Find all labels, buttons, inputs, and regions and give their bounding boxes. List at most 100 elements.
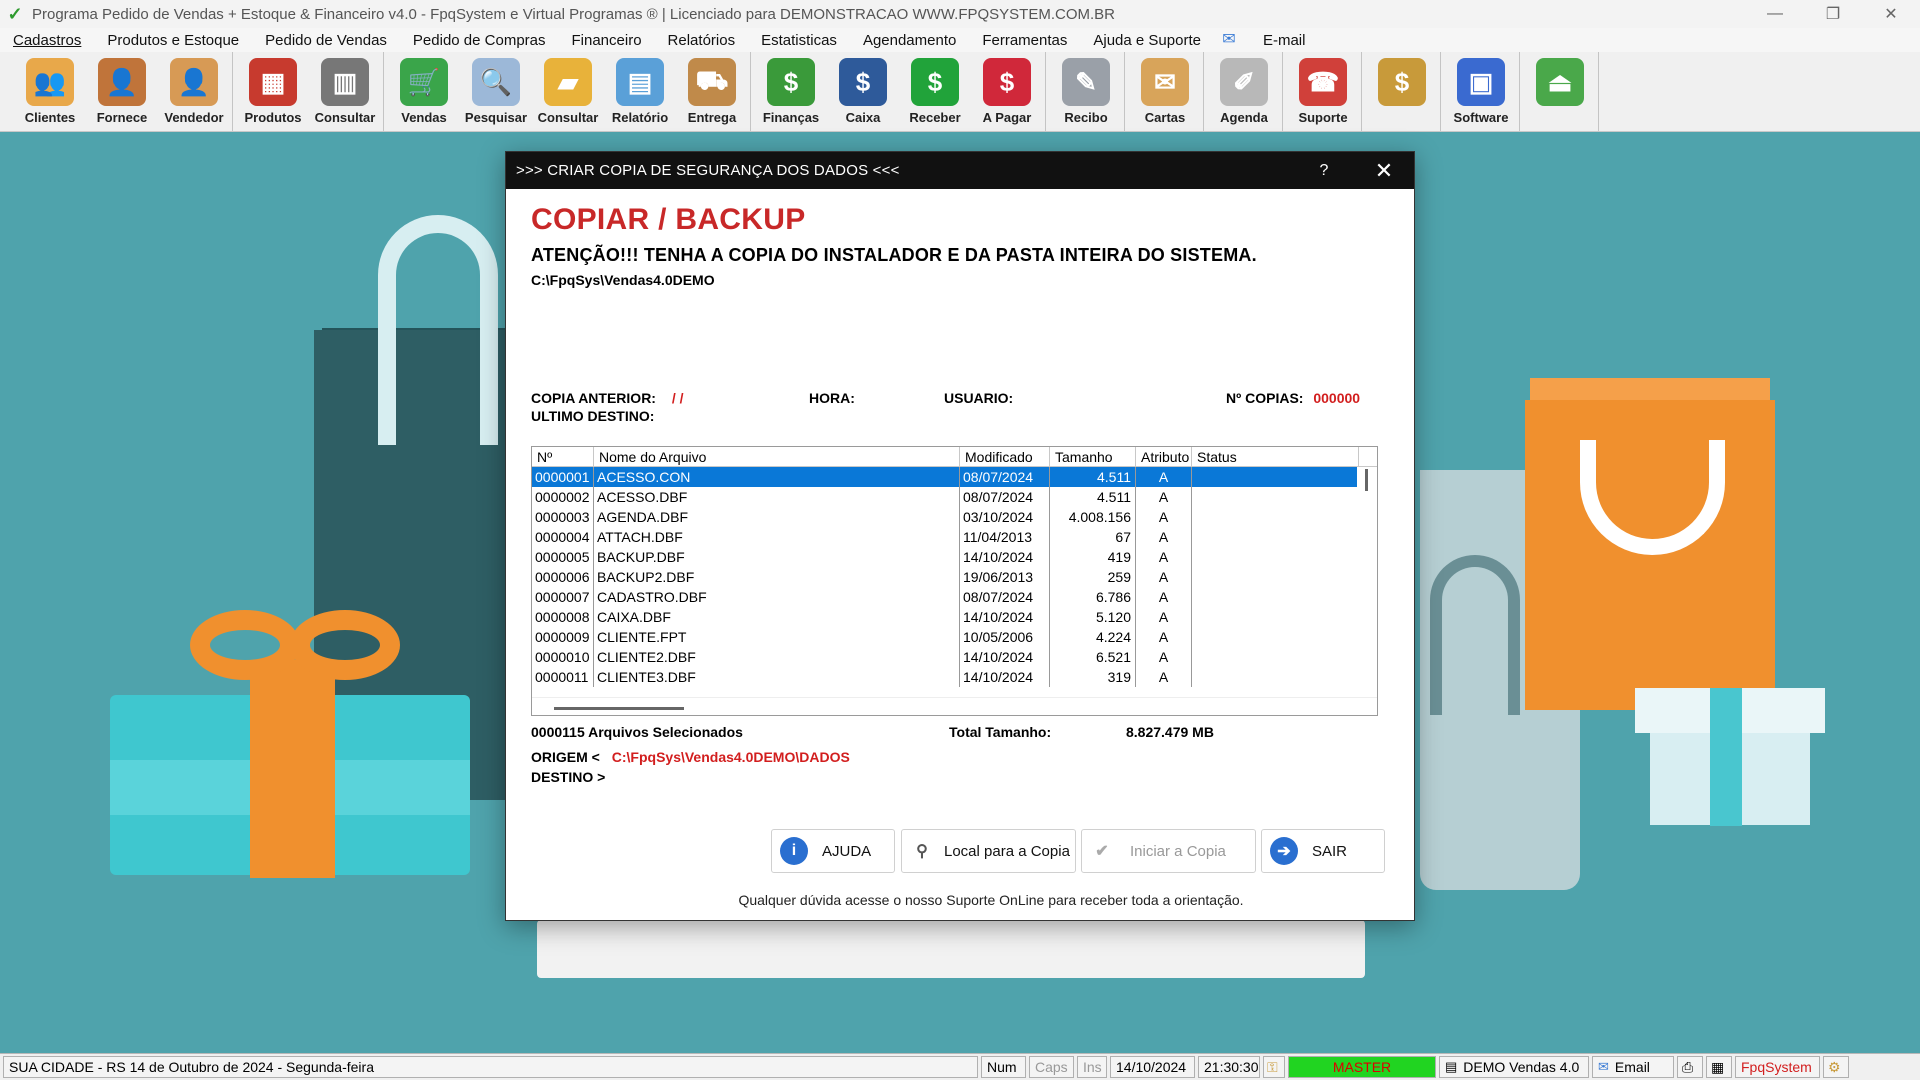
settings-icon[interactable]: ⚙ [1823,1056,1849,1078]
column-header[interactable]: Status [1192,447,1359,466]
table-cell: 08/07/2024 [960,487,1050,507]
cashbox-icon: $ [839,58,887,106]
table-row[interactable]: 0000002 ACESSO.DBF 08/07/2024 4.511 A [532,487,1377,507]
toolbar-button-cartas[interactable]: ✉ Cartas [1129,52,1201,131]
toolbar-button-label: Produtos [244,110,302,125]
column-header[interactable]: Atributo [1136,447,1192,466]
table-cell: ACESSO.DBF [594,487,960,507]
status-user: MASTER [1288,1056,1436,1078]
toolbar-button-label: Entrega [687,110,737,125]
toolbar-button-label: Software [1453,110,1509,125]
table-row[interactable]: 0000008 CAIXA.DBF 14/10/2024 5.120 A [532,607,1377,627]
toolbar-button-fornece[interactable]: 👤 Fornece [86,52,158,131]
help-icon[interactable]: ? [1294,162,1354,180]
toolbar-group: 👥 Clientes 👤 Fornece 👤 Vendedor [14,52,233,131]
software-icon: ▣ [1457,58,1505,106]
table-cell: 0000001 [532,467,594,487]
close-window-icon[interactable]: ✕ [1862,0,1920,28]
toolbar-button-receber[interactable]: $ Receber [899,52,971,131]
table-row[interactable]: 0000005 BACKUP.DBF 14/10/2024 419 A [532,547,1377,567]
table-row[interactable]: 0000001 ACESSO.CON 08/07/2024 4.511 A [532,467,1377,487]
menu-item-0[interactable]: Cadastros [0,32,94,49]
info-icon: i [780,837,808,865]
toolbar-button-label: Vendedor [164,110,224,125]
close-icon[interactable]: ✕ [1354,158,1414,184]
dialog-title: >>> CRIAR COPIA DE SEGURANÇA DOS DADOS <… [516,162,900,179]
menu-item-5[interactable]: Relatórios [655,32,749,49]
toolbar-group: ⏏ [1524,52,1599,131]
printer-icon[interactable]: ⎙ [1677,1056,1703,1078]
table-row[interactable]: 0000010 CLIENTE2.DBF 14/10/2024 6.521 A [532,647,1377,667]
toolbar-button-produtos[interactable]: ▦ Produtos [237,52,309,131]
help-button[interactable]: i AJUDA [771,829,895,873]
table-cell: 4.008.156 [1050,507,1136,527]
horizontal-scrollbar[interactable] [532,697,1377,715]
menu-item-9[interactable]: Ajuda e Suporte [1080,32,1214,49]
toolbar-button-pesquisar[interactable]: 🔍 Pesquisar [460,52,532,131]
app-logo-icon: ✓ [7,4,23,24]
total-size-label: Total Tamanho: [949,724,1052,740]
toolbar-button-vendedor[interactable]: 👤 Vendedor [158,52,230,131]
toolbar-group: ✉ Cartas [1129,52,1204,131]
table-cell: A [1136,467,1192,487]
menu-item-2[interactable]: Pedido de Vendas [252,32,400,49]
restore-icon[interactable]: ❐ [1804,0,1862,28]
column-header[interactable]: Tamanho [1050,447,1136,466]
table-cell: 03/10/2024 [960,507,1050,527]
toolbar-button-a-pagar[interactable]: $ A Pagar [971,52,1043,131]
toolbar-button-relat-rio[interactable]: ▤ Relatório [604,52,676,131]
previous-copy-row: COPIA ANTERIOR: / / [531,390,684,406]
choose-location-label: Local para a Copia [944,842,1070,860]
menu-item-1[interactable]: Produtos e Estoque [94,32,252,49]
table-cell [1192,627,1359,647]
toolbar-button-agenda[interactable]: ✐ Agenda [1208,52,1280,131]
toolbar-button-consultar[interactable]: ▥ Consultar [309,52,381,131]
table-cell: 11/04/2013 [960,527,1050,547]
menu-item-email[interactable]: E-mail [1250,32,1319,49]
exit-button[interactable]: ➔ SAIR [1261,829,1385,873]
toolbar-button-exit[interactable]: ⏏ [1524,52,1596,131]
report-icon: ▤ [616,58,664,106]
toolbar-button-finan-as[interactable]: $ Finanças [755,52,827,131]
column-header[interactable]: Modificado [960,447,1050,466]
table-cell: 259 [1050,567,1136,587]
previous-copy-label: COPIA ANTERIOR: [531,390,656,406]
window-title: Programa Pedido de Vendas + Estoque & Fi… [32,5,1115,23]
vertical-scroll-thumb[interactable] [1365,469,1368,491]
calculator-icon[interactable]: ▦ [1706,1056,1732,1078]
start-copy-button[interactable]: ✔ Iniciar a Copia [1081,829,1256,873]
warning-text: ATENÇÃO!!! TENHA A COPIA DO INSTALADOR E… [531,245,1257,265]
vertical-scrollbar[interactable] [1357,467,1377,697]
choose-location-button[interactable]: ⚲ Local para a Copia [901,829,1076,873]
table-cell: A [1136,627,1192,647]
file-table[interactable]: Nº Nome do Arquivo Modificado Tamanho Atribu… [531,446,1378,716]
minimize-icon[interactable]: — [1746,0,1804,28]
column-header[interactable]: Nome do Arquivo [594,447,960,466]
toolbar-button-consultar[interactable]: ▰ Consultar [532,52,604,131]
status-email-button[interactable]: ✉ Email [1592,1056,1674,1078]
toolbar-button-clientes[interactable]: 👥 Clientes [14,52,86,131]
toolbar-button-entrega[interactable]: ⛟ Entrega [676,52,748,131]
email-menu-icon[interactable]: ✉ [1218,31,1240,49]
toolbar-button-recibo[interactable]: ✎ Recibo [1050,52,1122,131]
toolbar-button-coin[interactable]: $ [1366,52,1438,131]
menu-item-4[interactable]: Financeiro [559,32,655,49]
menu-item-7[interactable]: Agendamento [850,32,969,49]
table-row[interactable]: 0000004 ATTACH.DBF 11/04/2013 67 A [532,527,1377,547]
column-header[interactable]: Nº [532,447,594,466]
toolbar-button-software[interactable]: ▣ Software [1445,52,1517,131]
toolbar-button-suporte[interactable]: ☎ Suporte [1287,52,1359,131]
horizontal-scroll-thumb[interactable] [554,707,684,710]
table-row[interactable]: 0000011 CLIENTE3.DBF 14/10/2024 319 A [532,667,1377,687]
table-row[interactable]: 0000007 CADASTRO.DBF 08/07/2024 6.786 A [532,587,1377,607]
toolbar-button-caixa[interactable]: $ Caixa [827,52,899,131]
toolbar-button-vendas[interactable]: 🛒 Vendas [388,52,460,131]
status-time: 21:30:30 [1198,1056,1260,1078]
menu-item-8[interactable]: Ferramentas [969,32,1080,49]
table-row[interactable]: 0000009 CLIENTE.FPT 10/05/2006 4.224 A [532,627,1377,647]
table-row[interactable]: 0000006 BACKUP2.DBF 19/06/2013 259 A [532,567,1377,587]
menu-item-6[interactable]: Estatisticas [748,32,850,49]
table-cell [1192,527,1359,547]
table-row[interactable]: 0000003 AGENDA.DBF 03/10/2024 4.008.156 A [532,507,1377,527]
menu-item-3[interactable]: Pedido de Compras [400,32,559,49]
